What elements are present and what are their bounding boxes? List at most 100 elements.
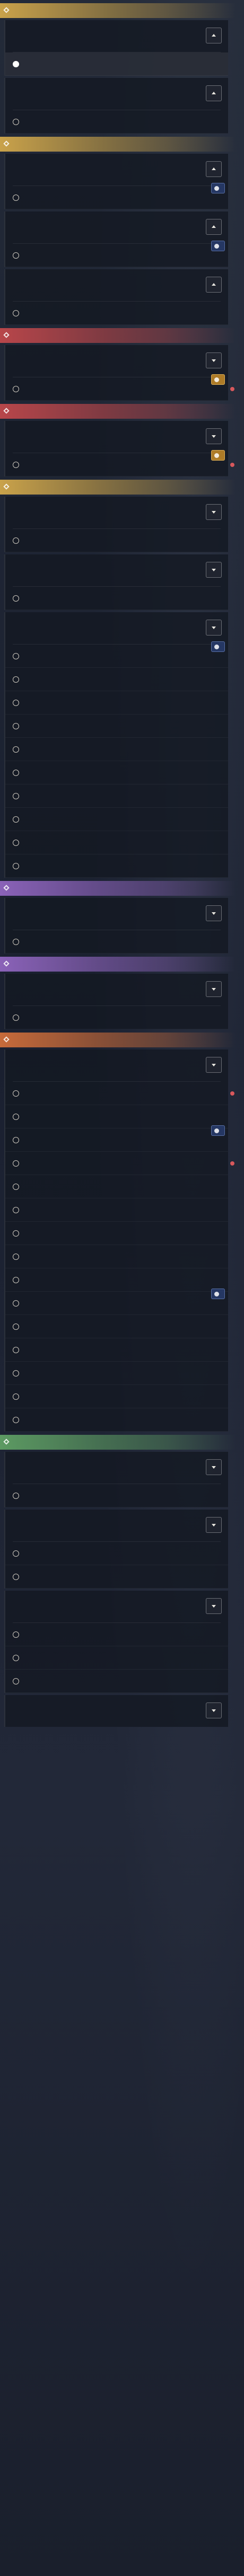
objective-row[interactable] [5,302,228,325]
expand-toggle-button[interactable] [206,620,222,636]
objective-row[interactable] [5,1315,228,1338]
objective-row[interactable] [5,1292,228,1315]
objective-row[interactable] [5,1385,228,1408]
category-bar[interactable] [0,1033,236,1047]
quest-header[interactable] [5,20,228,52]
objective-row[interactable] [5,1245,228,1268]
objective-row[interactable] [5,1408,228,1432]
expand-toggle-button[interactable] [206,981,222,997]
objective-row[interactable] [5,1646,228,1670]
tag-badge [211,374,225,385]
quest-header[interactable] [5,612,228,644]
quest-header[interactable] [5,1049,228,1081]
category-bar[interactable] [0,881,236,896]
quest-header[interactable] [5,1510,228,1541]
objective-row[interactable] [5,1484,228,1507]
objective-row[interactable] [5,930,228,954]
quest-header[interactable] [5,1452,228,1484]
objective-row[interactable] [5,784,228,808]
quest-section [0,1435,244,1727]
objective-row[interactable] [5,377,228,401]
objective-label [25,938,210,946]
objective-row[interactable] [5,1338,228,1362]
quest-header[interactable] [5,154,228,186]
objective-row[interactable] [5,1222,228,1245]
objective-row[interactable] [5,1082,228,1105]
expand-toggle-button[interactable] [206,428,222,444]
expand-toggle-button[interactable] [206,85,222,101]
expand-toggle-button[interactable] [206,1057,222,1073]
quest-header[interactable] [5,345,228,377]
objective-row[interactable] [5,761,228,784]
category-bar[interactable] [0,480,236,495]
quest-header[interactable] [5,211,228,243]
objective-row[interactable] [5,854,228,878]
quest-header[interactable] [5,898,228,930]
objective-row[interactable] [5,529,228,552]
objective-row[interactable] [5,1006,228,1029]
expand-toggle-button[interactable] [206,161,222,177]
objective-row[interactable] [5,52,228,76]
category-bar[interactable] [0,1435,236,1450]
objective-row[interactable] [5,1670,228,1693]
objective-row[interactable] [5,1362,228,1385]
quest-header[interactable] [5,269,228,301]
objective-row[interactable] [5,244,228,267]
objective-label [25,536,210,545]
quest-header[interactable] [5,554,228,586]
quest-subtitle [13,287,203,296]
category-bar[interactable] [0,957,236,972]
quest-header[interactable] [5,1591,228,1622]
objective-row[interactable] [5,831,228,854]
category-bar[interactable] [0,404,236,419]
objective-row[interactable] [5,645,228,668]
objective-label [25,1013,210,1022]
category-bar[interactable] [0,137,236,152]
category-bar[interactable] [0,328,236,343]
objective-row[interactable] [5,1623,228,1646]
quest-header[interactable] [5,974,228,1005]
expand-toggle-button[interactable] [206,504,222,520]
objective-row[interactable] [5,668,228,691]
expand-toggle-button[interactable] [206,28,222,43]
objective-row[interactable] [5,1175,228,1198]
objective-row[interactable] [5,110,228,134]
objective-row[interactable] [5,808,228,831]
expand-toggle-button[interactable] [206,219,222,235]
radio-circle-icon [13,1346,19,1353]
expand-toggle-button[interactable] [206,1702,222,1718]
quest-header[interactable] [5,421,228,453]
expand-toggle-button[interactable] [206,1459,222,1475]
objective-row[interactable] [5,1105,228,1128]
objective-row[interactable] [5,587,228,610]
expand-toggle-button[interactable] [206,1598,222,1614]
objective-row[interactable] [5,1128,228,1152]
expand-toggle-button[interactable] [206,905,222,921]
expand-toggle-button[interactable] [206,352,222,368]
expand-toggle-button[interactable] [206,277,222,293]
quest-header[interactable] [5,497,228,528]
quest-card [4,269,228,325]
objective-row[interactable] [5,186,228,209]
expand-toggle-button[interactable] [206,1517,222,1533]
quest-card [4,421,236,477]
quest-header[interactable] [5,78,228,110]
category-diamond-icon [3,483,10,490]
expand-toggle-button[interactable] [206,562,222,578]
category-bar[interactable] [0,3,236,18]
objective-row[interactable] [5,1152,228,1175]
radio-circle-icon [13,1300,19,1307]
objective-row[interactable] [5,1198,228,1222]
objective-label [25,1159,210,1168]
radio-circle-icon [13,1492,19,1499]
quest-header[interactable] [5,1695,228,1727]
objective-row[interactable] [5,453,228,477]
objective-row[interactable] [5,738,228,761]
radio-circle-icon [13,1550,19,1557]
objective-row[interactable] [5,1542,228,1565]
quest-title [13,217,203,228]
objective-row[interactable] [5,1268,228,1292]
objective-row[interactable] [5,714,228,738]
objective-row[interactable] [5,1565,228,1589]
objective-row[interactable] [5,691,228,714]
